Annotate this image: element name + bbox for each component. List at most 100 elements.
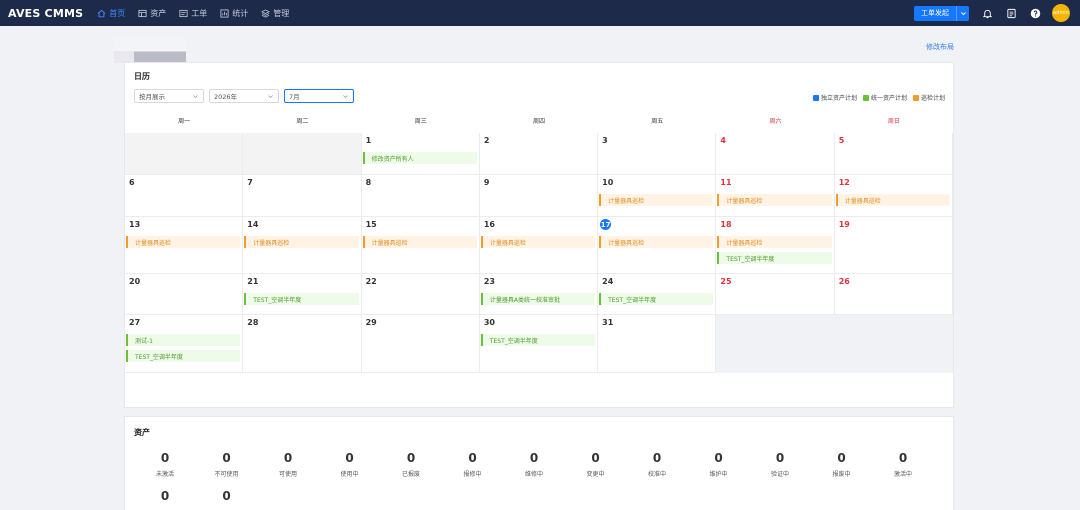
calendar-day-number: 4: [720, 136, 726, 145]
year-select[interactable]: 2026年: [209, 89, 279, 103]
calendar-event[interactable]: 计量器具A类统一校准审批: [480, 293, 596, 305]
calendar-cell[interactable]: 26: [834, 274, 953, 315]
calendar-event[interactable]: 计量器具巡检: [599, 194, 714, 206]
asset-stat-label: 验证中: [770, 471, 789, 478]
app-logo[interactable]: AVES CMMS: [8, 7, 83, 20]
asset-stat[interactable]: 0 不可使用: [197, 451, 257, 478]
asset-stat[interactable]: 0 报修中: [443, 451, 503, 478]
calendar-cell[interactable]: 6: [125, 175, 244, 217]
calendar-cell[interactable]: 29: [361, 315, 480, 373]
calendar-event[interactable]: TEST_空调半年度: [244, 293, 359, 305]
calendar-day-number: 19: [838, 220, 850, 229]
calendar-event[interactable]: 计量器具巡检: [717, 236, 832, 248]
calendar-day-number: 24: [602, 277, 614, 286]
calendar-cell[interactable]: 15 计量器具巡检: [361, 217, 480, 274]
calendar-cell[interactable]: 17 计量器具巡检: [598, 217, 717, 274]
edit-layout-link[interactable]: 修改布局: [926, 42, 954, 52]
calendar-cell[interactable]: 5: [834, 133, 953, 175]
bell-icon[interactable]: [982, 8, 993, 19]
calendar-cell[interactable]: 30 TEST_空调半年度: [479, 315, 599, 373]
calendar-cell[interactable]: 16 计量器具巡检: [479, 217, 599, 274]
month-select[interactable]: 7月: [284, 89, 354, 103]
display-mode-select[interactable]: 按月展示: [134, 89, 204, 103]
calendar-event[interactable]: 计量器具巡检: [244, 236, 359, 248]
user-avatar[interactable]: admin: [1052, 4, 1070, 22]
chevron-down-icon[interactable]: [956, 5, 969, 21]
calendar-cell[interactable]: 9: [479, 175, 599, 217]
calendar-event[interactable]: TEST_空调半年度: [599, 293, 714, 305]
calendar-event[interactable]: 计量器具巡检: [480, 236, 596, 248]
calendar-cell[interactable]: 8: [361, 175, 480, 217]
calendar-day-number: 18: [720, 220, 732, 229]
calendar-day-number: 26: [838, 277, 850, 286]
create-workorder-label: 工单发起: [921, 9, 949, 17]
calendar-day-number: 15: [365, 220, 377, 229]
calendar-event[interactable]: 计量器具巡检: [717, 194, 832, 206]
calendar-cell[interactable]: 14 计量器具巡检: [243, 217, 362, 274]
asset-stat-value: 0: [222, 451, 231, 465]
calendar-cell[interactable]: 10 计量器具巡检: [598, 175, 717, 217]
calendar-cell[interactable]: 27 测试-1 TEST_空调半年度: [125, 315, 244, 373]
asset-stat[interactable]: 0 验证中: [750, 451, 810, 478]
calendar-cell-empty: [243, 133, 362, 175]
nav-item-manage[interactable]: 管理: [261, 8, 289, 19]
nav-item-home[interactable]: 首页: [97, 8, 125, 19]
document-icon[interactable]: [1006, 8, 1017, 19]
calendar-cell[interactable]: 18 计量器具巡检 TEST_空调半年度: [716, 217, 835, 274]
calendar-cell[interactable]: 25: [716, 274, 835, 315]
calendar-event[interactable]: TEST_空调半年度: [480, 334, 596, 346]
asset-stat[interactable]: 0 未激活: [135, 451, 195, 478]
asset-stat[interactable]: 0: [135, 489, 195, 507]
legend-swatch: [812, 94, 819, 101]
help-icon[interactable]: [1030, 8, 1041, 19]
calendar-cell[interactable]: 3: [598, 133, 717, 175]
asset-stat[interactable]: 0: [197, 489, 257, 507]
calendar-cell[interactable]: 13 计量器具巡检: [125, 217, 244, 274]
calendar-cell[interactable]: 24 TEST_空调半年度: [598, 274, 717, 315]
asset-stat-value: 0: [898, 451, 908, 465]
calendar-cell[interactable]: 21 TEST_空调半年度: [243, 274, 362, 315]
calendar-cell[interactable]: 23 计量器具A类统一校准审批: [479, 274, 599, 315]
calendar-cell[interactable]: 4: [716, 133, 835, 175]
calendar-day-number: 31: [602, 318, 614, 327]
nav-item-workorder[interactable]: 工单: [179, 8, 207, 19]
asset-stat[interactable]: 0 已报废: [381, 451, 441, 478]
nav-item-stats[interactable]: 统计: [220, 8, 248, 19]
calendar-event[interactable]: TEST_空调半年度: [717, 252, 832, 264]
calendar-event[interactable]: TEST_空调半年度: [126, 350, 241, 362]
calendar-cell[interactable]: 11 计量器具巡检: [716, 175, 835, 217]
calendar-cell[interactable]: 1 修改资产所有人: [361, 133, 480, 175]
calendar-event[interactable]: 测试-1: [126, 334, 241, 346]
asset-stat[interactable]: 0 维修中: [504, 451, 564, 478]
calendar-cell[interactable]: 12 计量器具巡检: [834, 175, 953, 217]
calendar-day-number: 25: [720, 277, 732, 286]
calendar-cell[interactable]: 19: [834, 217, 953, 274]
calendar-event[interactable]: 修改资产所有人: [362, 152, 477, 164]
asset-stat-label: 使用中: [340, 471, 359, 478]
create-workorder-button[interactable]: 工单发起: [914, 5, 969, 21]
nav-item-assets[interactable]: 资产: [138, 8, 166, 19]
asset-stat[interactable]: 0 使用中: [320, 451, 380, 478]
calendar-cell[interactable]: 22: [361, 274, 480, 315]
asset-stat-label: 未激活: [155, 471, 174, 478]
asset-stat-label: 维护中: [709, 471, 728, 478]
calendar-event[interactable]: 计量器具巡检: [362, 236, 477, 248]
calendar-cell[interactable]: 7: [243, 175, 362, 217]
calendar-cell[interactable]: 2: [479, 133, 599, 175]
calendar-cell[interactable]: 20: [125, 274, 244, 315]
asset-stat-label: 可使用: [278, 471, 297, 478]
calendar-cell[interactable]: 28: [243, 315, 362, 373]
asset-stat[interactable]: 0 可使用: [258, 451, 318, 478]
calendar-event[interactable]: 计量器具巡检: [126, 236, 241, 248]
asset-stat[interactable]: 0 维护中: [689, 451, 749, 478]
asset-stat[interactable]: 0 激活中: [873, 451, 933, 478]
asset-stat[interactable]: 0 校准中: [627, 451, 687, 478]
asset-stat[interactable]: 0 变更中: [566, 451, 626, 478]
calendar-cell[interactable]: 31: [598, 315, 717, 373]
asset-stat-value: 0: [222, 489, 231, 503]
asset-stat[interactable]: 0 报废中: [812, 451, 872, 478]
calendar-event[interactable]: 计量器具巡检: [599, 236, 714, 248]
calendar-event[interactable]: 计量器具巡检: [835, 194, 950, 206]
legend-item-unified: 统一资产计划: [862, 93, 907, 102]
legend-item-inspection: 巡检计划: [912, 93, 945, 102]
